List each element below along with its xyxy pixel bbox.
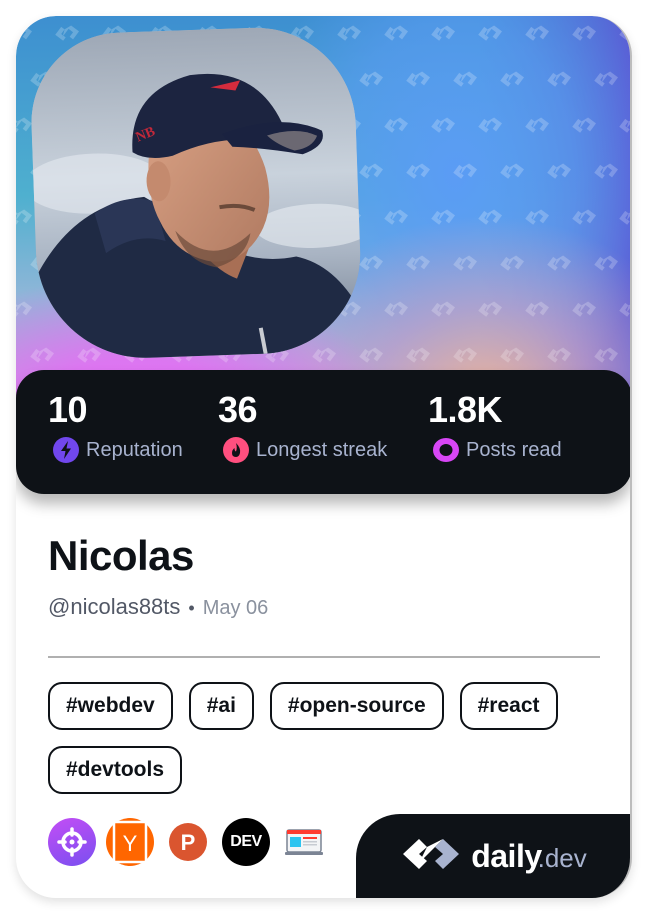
pattern-logo-glyph [453, 347, 478, 363]
pattern-logo-glyph [384, 209, 409, 225]
pattern-logo-glyph [55, 25, 80, 41]
avatar-photo: NB [28, 24, 364, 362]
pattern-logo-glyph [525, 117, 550, 133]
pattern-logo-glyph [406, 347, 431, 363]
pattern-logo-glyph [384, 117, 409, 133]
stat-posts-read: 1.8K Posts read [428, 388, 562, 464]
streak-value: 36 [218, 389, 258, 430]
pattern-logo-glyph [572, 117, 597, 133]
pattern-logo-glyph [500, 71, 525, 87]
pattern-logo-glyph [431, 301, 456, 317]
pattern-logo-glyph [525, 25, 550, 41]
pattern-logo-glyph [453, 71, 478, 87]
pattern-logo-glyph [547, 255, 572, 271]
pattern-logo-glyph [594, 163, 619, 179]
pattern-logo-glyph [619, 301, 630, 317]
browser-window-icon[interactable] [280, 818, 328, 866]
pattern-logo-glyph [500, 255, 525, 271]
tag-chip[interactable]: #open-source [269, 682, 444, 730]
pattern-logo-glyph [431, 209, 456, 225]
pattern-logo-glyph [500, 347, 525, 363]
pattern-logo-glyph [406, 71, 431, 87]
pattern-logo-glyph [594, 255, 619, 271]
pattern-logo-glyph [16, 117, 33, 133]
pattern-logo-glyph [431, 117, 456, 133]
brand-tld: .dev [537, 842, 587, 873]
daily-dev-logo-icon [399, 835, 463, 878]
dev-icon[interactable]: DEV [222, 818, 270, 866]
lightning-icon [52, 436, 80, 464]
pattern-logo-glyph [453, 255, 478, 271]
pattern-logo-glyph [359, 71, 384, 87]
tag-chip[interactable]: #react [459, 682, 558, 730]
pattern-logo-glyph [500, 163, 525, 179]
pattern-logo-glyph [572, 209, 597, 225]
pattern-logo-glyph [547, 71, 572, 87]
profile-handle[interactable]: @nicolas88ts [48, 594, 180, 620]
streak-label: Longest streak [256, 439, 388, 461]
separator-dot: • [188, 598, 195, 618]
pattern-logo-glyph [312, 347, 337, 363]
pattern-logo-glyph [77, 347, 102, 363]
divider [48, 656, 600, 658]
posts-read-label: Posts read [466, 439, 562, 461]
pattern-logo-glyph [594, 347, 619, 363]
svg-text:P: P [181, 830, 196, 855]
pattern-logo-glyph [478, 25, 503, 41]
tag-chip[interactable]: #devtools [48, 746, 183, 794]
pattern-logo-glyph [478, 209, 503, 225]
pattern-logo-glyph [16, 25, 33, 41]
reputation-value: 10 [48, 389, 88, 430]
stat-longest-streak: 36 Longest streak [218, 388, 387, 464]
profile-meta: @nicolas88ts • May 06 [48, 594, 268, 620]
pattern-logo-glyph [525, 209, 550, 225]
dev-label: DEV [230, 833, 262, 850]
pattern-logo-glyph [547, 163, 572, 179]
pattern-logo-glyph [619, 117, 630, 133]
pattern-logo-glyph [406, 255, 431, 271]
pattern-logo-glyph [359, 255, 384, 271]
pattern-logo-glyph [359, 163, 384, 179]
stats-bar: 10 Reputation 36 Longest streak 1.8K Pos… [16, 370, 630, 494]
pattern-logo-glyph [619, 25, 630, 41]
tag-chip[interactable]: #webdev [48, 682, 173, 730]
profile-name: Nicolas [48, 532, 194, 579]
pattern-logo-glyph [478, 117, 503, 133]
pattern-logo-glyph [453, 163, 478, 179]
flame-icon [222, 436, 250, 464]
pattern-logo-glyph [30, 347, 55, 363]
y-combinator-icon[interactable]: Y [106, 818, 154, 866]
pattern-logo-glyph [431, 25, 456, 41]
pattern-logo-glyph [572, 25, 597, 41]
pattern-logo-glyph [619, 209, 630, 225]
pattern-logo-glyph [384, 25, 409, 41]
pattern-logo-glyph [525, 301, 550, 317]
ring-icon [432, 436, 460, 464]
pattern-logo-glyph [16, 301, 33, 317]
pattern-logo-glyph [16, 209, 33, 225]
pattern-logo-glyph [406, 163, 431, 179]
reputation-label: Reputation [86, 439, 183, 461]
pattern-logo-glyph [572, 301, 597, 317]
svg-text:Y: Y [123, 831, 138, 856]
profile-card: NB 10 Reputation 36 Longest streak 1.8K … [16, 16, 632, 898]
cover-banner: NB [16, 16, 630, 416]
tag-chip[interactable]: #ai [188, 682, 254, 730]
daily-dev-brand[interactable]: daily.dev [356, 814, 630, 898]
pattern-logo-glyph [594, 71, 619, 87]
pattern-logo-glyph [547, 347, 572, 363]
brand-name: daily [471, 837, 542, 874]
crosshair-icon[interactable] [48, 818, 96, 866]
stat-reputation: 10 Reputation [48, 388, 183, 464]
pattern-logo-glyph [337, 25, 362, 41]
tag-list: #webdev #ai #open-source #react #devtool… [48, 682, 608, 794]
source-list: Y P DEV [48, 818, 328, 866]
pattern-logo-glyph [478, 301, 503, 317]
product-hunt-icon[interactable]: P [164, 818, 212, 866]
pattern-logo-glyph [384, 301, 409, 317]
avatar[interactable]: NB [28, 24, 364, 362]
joined-date: May 06 [202, 597, 269, 619]
pattern-logo-glyph [359, 347, 384, 363]
posts-read-value: 1.8K [428, 389, 503, 430]
